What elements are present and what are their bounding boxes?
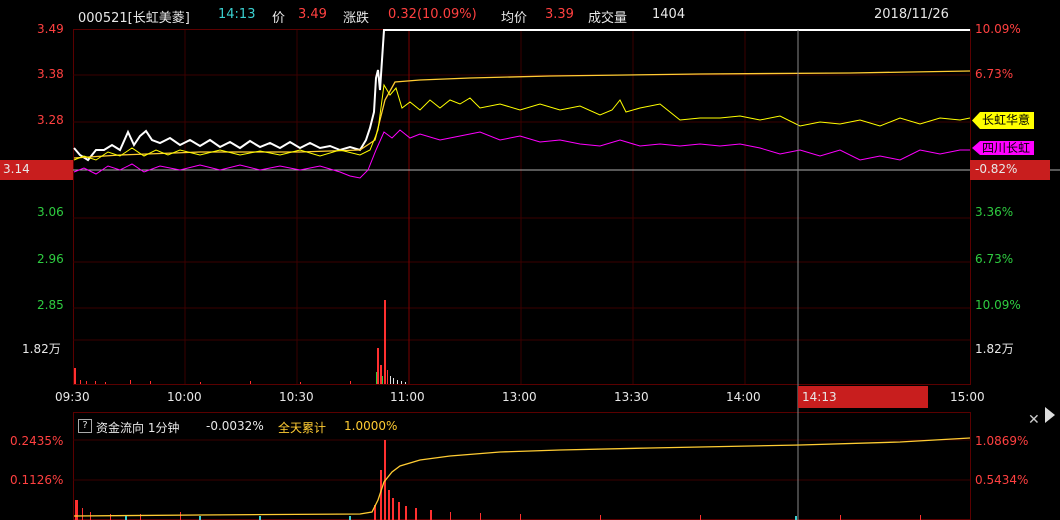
axis-left-volume: 1.82万: [22, 342, 61, 356]
fund-axis-left-2: 0.1126%: [10, 473, 64, 487]
axis-right-2: 6.73%: [975, 67, 1014, 81]
volume-bars-flat: [390, 376, 406, 384]
axis-left-6: 2.85: [37, 298, 64, 312]
time-label-1100: 11:00: [390, 390, 425, 404]
fund-axis-left-1: 0.2435%: [10, 434, 64, 448]
time-label-1000: 10:00: [167, 390, 202, 404]
fund-flow-cumulative-line: [73, 437, 971, 517]
fund-flow-value: -0.0032%: [206, 419, 264, 433]
fund-flow-title: 资金流向 1分钟: [96, 421, 180, 435]
time-label-1030: 10:30: [279, 390, 314, 404]
time-label-1300: 13:00: [502, 390, 537, 404]
axis-right-5: 10.09%: [975, 298, 1021, 312]
fund-flow-cumulative-label: 全天累计: [278, 421, 327, 435]
time-label-1330: 13:30: [614, 390, 649, 404]
series-sichuan-changhong: [73, 129, 970, 179]
axis-left-5: 2.96: [37, 252, 64, 266]
axis-right-4: 6.73%: [975, 252, 1014, 266]
axis-left-2: 3.38: [37, 67, 64, 81]
cursor-time-label: 14:13: [802, 390, 837, 404]
axis-right-1: 10.09%: [975, 22, 1021, 36]
fund-flow-cumulative-value: 1.0000%: [344, 419, 398, 433]
time-label-1500: 15:00: [950, 390, 985, 404]
tag-changhong-huayi[interactable]: 长虹华意: [972, 112, 1035, 129]
price-line: [73, 29, 970, 162]
fund-axis-right-2: 0.5434%: [975, 473, 1029, 487]
expand-arrow-icon[interactable]: [1045, 407, 1055, 423]
time-label-1400: 14:00: [726, 390, 761, 404]
close-icon[interactable]: ✕: [1028, 413, 1042, 427]
axis-left-3: 3.28: [37, 113, 64, 127]
fund-axis-right-1: 1.0869%: [975, 434, 1029, 448]
axis-left-4: 3.06: [37, 205, 64, 219]
prev-close-pct-value: -0.82%: [975, 162, 1018, 176]
avg-price-line: [73, 70, 971, 159]
prev-close-value: 3.14: [3, 162, 30, 176]
panel-menu-icon[interactable]: ?: [78, 419, 92, 433]
intraday-chart[interactable]: [0, 0, 1060, 520]
volume-bars: [74, 300, 388, 384]
axis-right-3: 3.36%: [975, 205, 1014, 219]
tag-sichuan-changhong[interactable]: 四川长虹: [972, 141, 1035, 155]
grid: [73, 29, 971, 520]
axis-left-1: 3.49: [37, 22, 64, 36]
axis-right-volume: 1.82万: [975, 342, 1014, 356]
time-label-0930: 09:30: [55, 390, 90, 404]
